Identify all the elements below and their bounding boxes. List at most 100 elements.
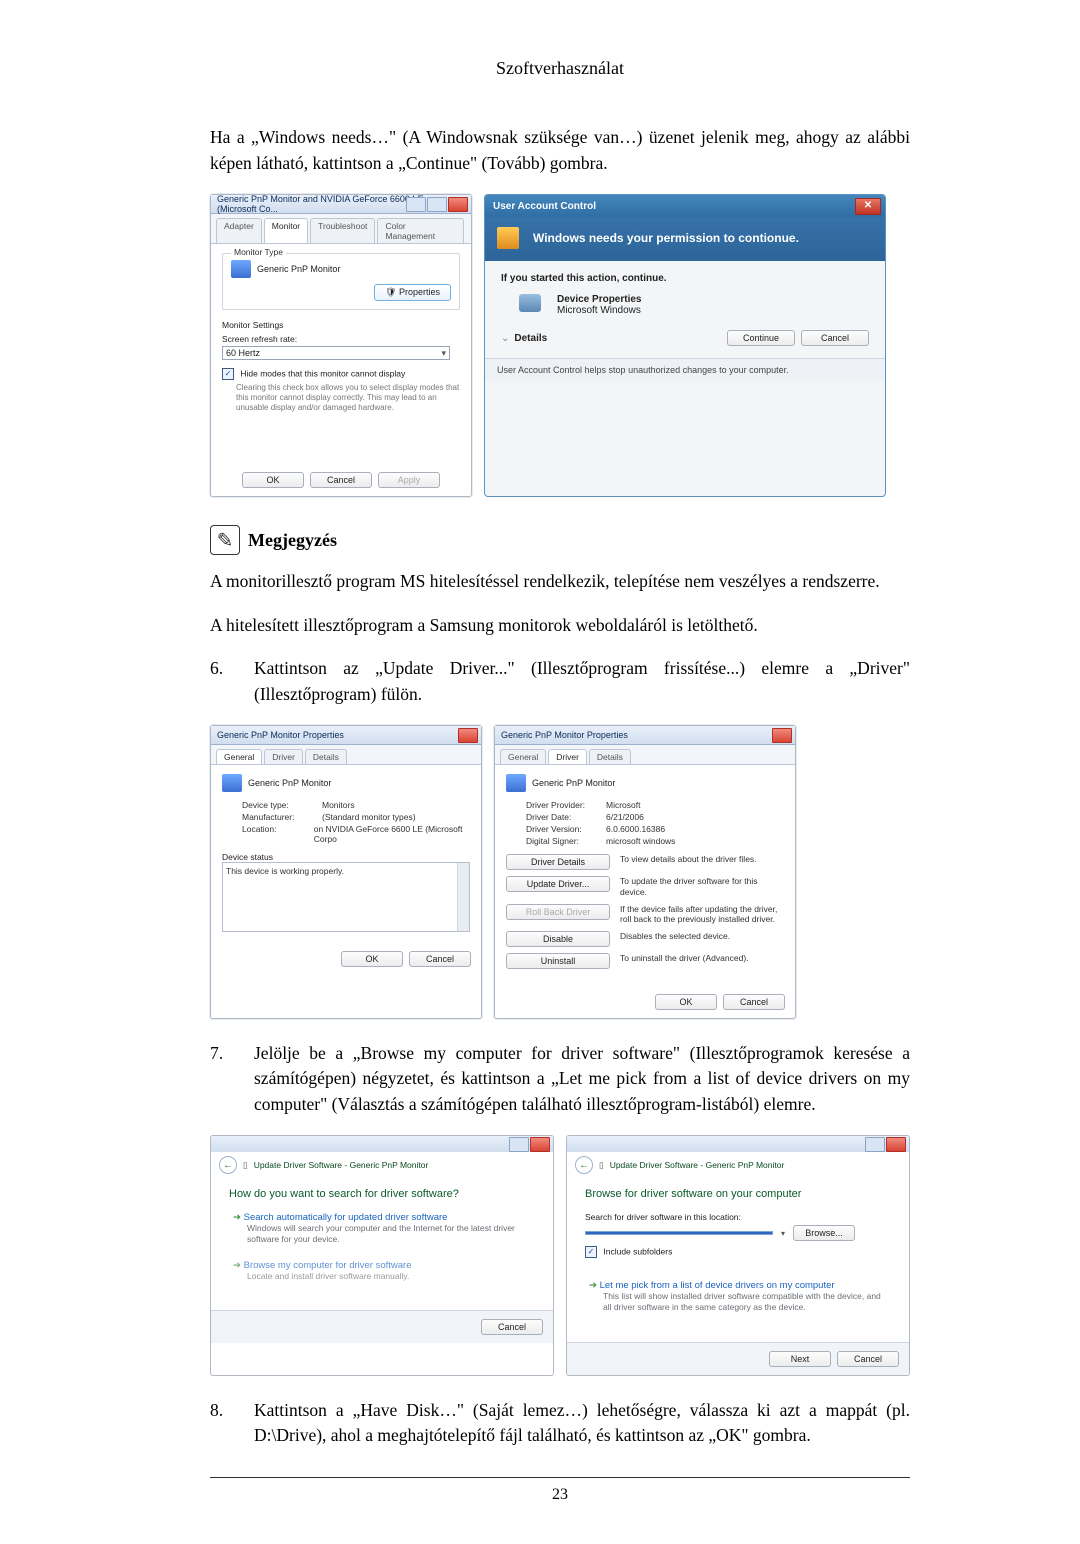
breadcrumb-text: Update Driver Software - Generic PnP Mon…	[254, 1160, 429, 1170]
tab-general[interactable]: General	[216, 749, 262, 764]
device-type-label: Device type:	[242, 800, 322, 810]
cancel-button[interactable]: Cancel	[310, 472, 372, 488]
close-button[interactable]: ✕	[855, 198, 881, 215]
step-7: 7. Jelölje be a „Browse my computer for …	[210, 1041, 910, 1118]
driver-version-label: Driver Version:	[526, 824, 606, 834]
driver-details-desc: To view details about the driver files.	[620, 854, 784, 865]
update-driver-browse-wizard: ← ▯ Update Driver Software - Generic PnP…	[566, 1135, 910, 1375]
include-subfolders-label: Include subfolders	[603, 1247, 672, 1257]
tab-troubleshoot[interactable]: Troubleshoot	[310, 218, 375, 243]
driver-details-button[interactable]: Driver Details	[506, 854, 610, 870]
step-8: 8. Kattintson a „Have Disk…" (Saját leme…	[210, 1398, 910, 1449]
tab-driver[interactable]: Driver	[264, 749, 303, 764]
hide-modes-checkbox[interactable]: ✓	[222, 368, 234, 380]
uac-started-text: If you started this action, continue.	[501, 273, 869, 284]
option-browse-computer[interactable]: Browse my computer for driver software L…	[233, 1260, 531, 1282]
screenshot-row-3: ← ▯ Update Driver Software - Generic PnP…	[210, 1135, 910, 1375]
minimize-button[interactable]	[509, 1137, 529, 1152]
next-button[interactable]: Next	[769, 1351, 831, 1367]
uninstall-desc: To uninstall the driver (Advanced).	[620, 953, 784, 964]
update-driver-button[interactable]: Update Driver...	[506, 876, 610, 892]
disable-button[interactable]: Disable	[506, 931, 610, 947]
close-button[interactable]	[458, 728, 478, 743]
uac-dialog: User Account Control ✕ Windows needs you…	[484, 194, 886, 497]
titlebar: Generic PnP Monitor and NVIDIA GeForce 6…	[211, 195, 471, 214]
tab-monitor[interactable]: Monitor	[264, 218, 308, 243]
location-label: Search for driver software in this locat…	[585, 1212, 891, 1222]
monitor-icon	[222, 774, 242, 792]
option-title: Browse my computer for driver software	[233, 1260, 531, 1271]
include-subfolders-checkbox[interactable]: ✓	[585, 1246, 597, 1258]
back-icon[interactable]: ←	[575, 1156, 593, 1174]
close-button[interactable]	[772, 728, 792, 743]
titlebar-text: Generic PnP Monitor Properties	[217, 730, 344, 740]
note-line-1: A monitorillesztő program MS hitelesítés…	[210, 569, 910, 595]
page-number: 23	[210, 1486, 910, 1504]
minimize-button[interactable]	[406, 197, 426, 212]
close-button[interactable]	[886, 1137, 906, 1152]
option-title: Let me pick from a list of device driver…	[589, 1280, 887, 1291]
monitor-icon	[506, 774, 526, 792]
minimize-button[interactable]	[865, 1137, 885, 1152]
update-driver-desc: To update the driver software for this d…	[620, 876, 784, 897]
hide-modes-label: Hide modes that this monitor cannot disp…	[240, 368, 405, 378]
driver-date-label: Driver Date:	[526, 812, 606, 822]
option-pick-from-list[interactable]: Let me pick from a list of device driver…	[589, 1280, 887, 1313]
breadcrumb: ← ▯ Update Driver Software - Generic PnP…	[567, 1152, 909, 1178]
step-text: Jelölje be a „Browse my computer for dri…	[254, 1041, 910, 1118]
close-button[interactable]	[448, 197, 468, 212]
manufacturer-value: (Standard monitor types)	[322, 812, 416, 822]
group-legend: Monitor Type	[231, 247, 286, 257]
tab-color-management[interactable]: Color Management	[377, 218, 464, 243]
uninstall-button[interactable]: Uninstall	[506, 953, 610, 969]
wizard-heading: Browse for driver software on your compu…	[585, 1188, 891, 1200]
tabs: Adapter Monitor Troubleshoot Color Manag…	[211, 214, 471, 244]
cancel-button[interactable]: Cancel	[801, 330, 869, 346]
manufacturer-label: Manufacturer:	[242, 812, 322, 822]
rollback-driver-button[interactable]: Roll Back Driver	[506, 904, 610, 920]
monitor-name: Generic PnP Monitor	[257, 264, 340, 274]
ok-button[interactable]: OK	[655, 994, 717, 1010]
maximize-button[interactable]	[427, 197, 447, 212]
chevron-down-icon[interactable]: ⌄	[501, 333, 509, 344]
screenshot-row-2: Generic PnP Monitor Properties General D…	[210, 725, 910, 1019]
properties-button[interactable]: 🛡 Properties	[374, 284, 451, 301]
browse-button[interactable]: Browse...	[793, 1225, 855, 1241]
monitor-type-group: Monitor Type Generic PnP Monitor 🛡 Prope…	[222, 253, 460, 310]
option-subtitle: Windows will search your computer and th…	[247, 1223, 531, 1245]
refresh-rate-select[interactable]: 60 Hertz	[222, 346, 450, 360]
tab-driver[interactable]: Driver	[548, 749, 587, 764]
back-icon[interactable]: ←	[219, 1156, 237, 1174]
tab-details[interactable]: Details	[589, 749, 631, 764]
apply-button[interactable]: Apply	[378, 472, 440, 488]
path-input[interactable]	[585, 1231, 773, 1235]
group-legend-settings: Monitor Settings	[222, 320, 460, 330]
rollback-driver-desc: If the device fails after updating the d…	[620, 904, 784, 925]
step-text: Kattintson a „Have Disk…" (Saját lemez…)…	[254, 1398, 910, 1449]
program-icon	[519, 294, 541, 312]
step-text: Kattintson az „Update Driver..." (Illesz…	[254, 656, 910, 707]
tab-adapter[interactable]: Adapter	[216, 218, 262, 243]
cancel-button[interactable]: Cancel	[837, 1351, 899, 1367]
cancel-button[interactable]: Cancel	[409, 951, 471, 967]
close-button[interactable]	[530, 1137, 550, 1152]
option-search-auto[interactable]: Search automatically for updated driver …	[233, 1212, 531, 1245]
shield-icon	[497, 227, 519, 249]
uac-header: Windows needs your permission to contion…	[485, 217, 885, 261]
details-toggle[interactable]: Details	[514, 333, 547, 344]
path-dropdown-icon[interactable]: ▾	[781, 1229, 785, 1238]
note-label: Megjegyzés	[248, 530, 337, 551]
hide-modes-note: Clearing this check box allows you to se…	[236, 383, 460, 413]
uac-program-name: Device Properties	[557, 294, 642, 305]
page-title: Szoftverhasználat	[210, 58, 910, 79]
tab-general[interactable]: General	[500, 749, 546, 764]
option-subtitle: This list will show installed driver sof…	[603, 1291, 887, 1313]
continue-button[interactable]: Continue	[727, 330, 795, 346]
device-status-legend: Device status	[222, 852, 470, 862]
ok-button[interactable]: OK	[242, 472, 304, 488]
cancel-button[interactable]: Cancel	[481, 1319, 543, 1335]
cancel-button[interactable]: Cancel	[723, 994, 785, 1010]
scrollbar[interactable]	[457, 863, 469, 931]
ok-button[interactable]: OK	[341, 951, 403, 967]
tab-details[interactable]: Details	[305, 749, 347, 764]
